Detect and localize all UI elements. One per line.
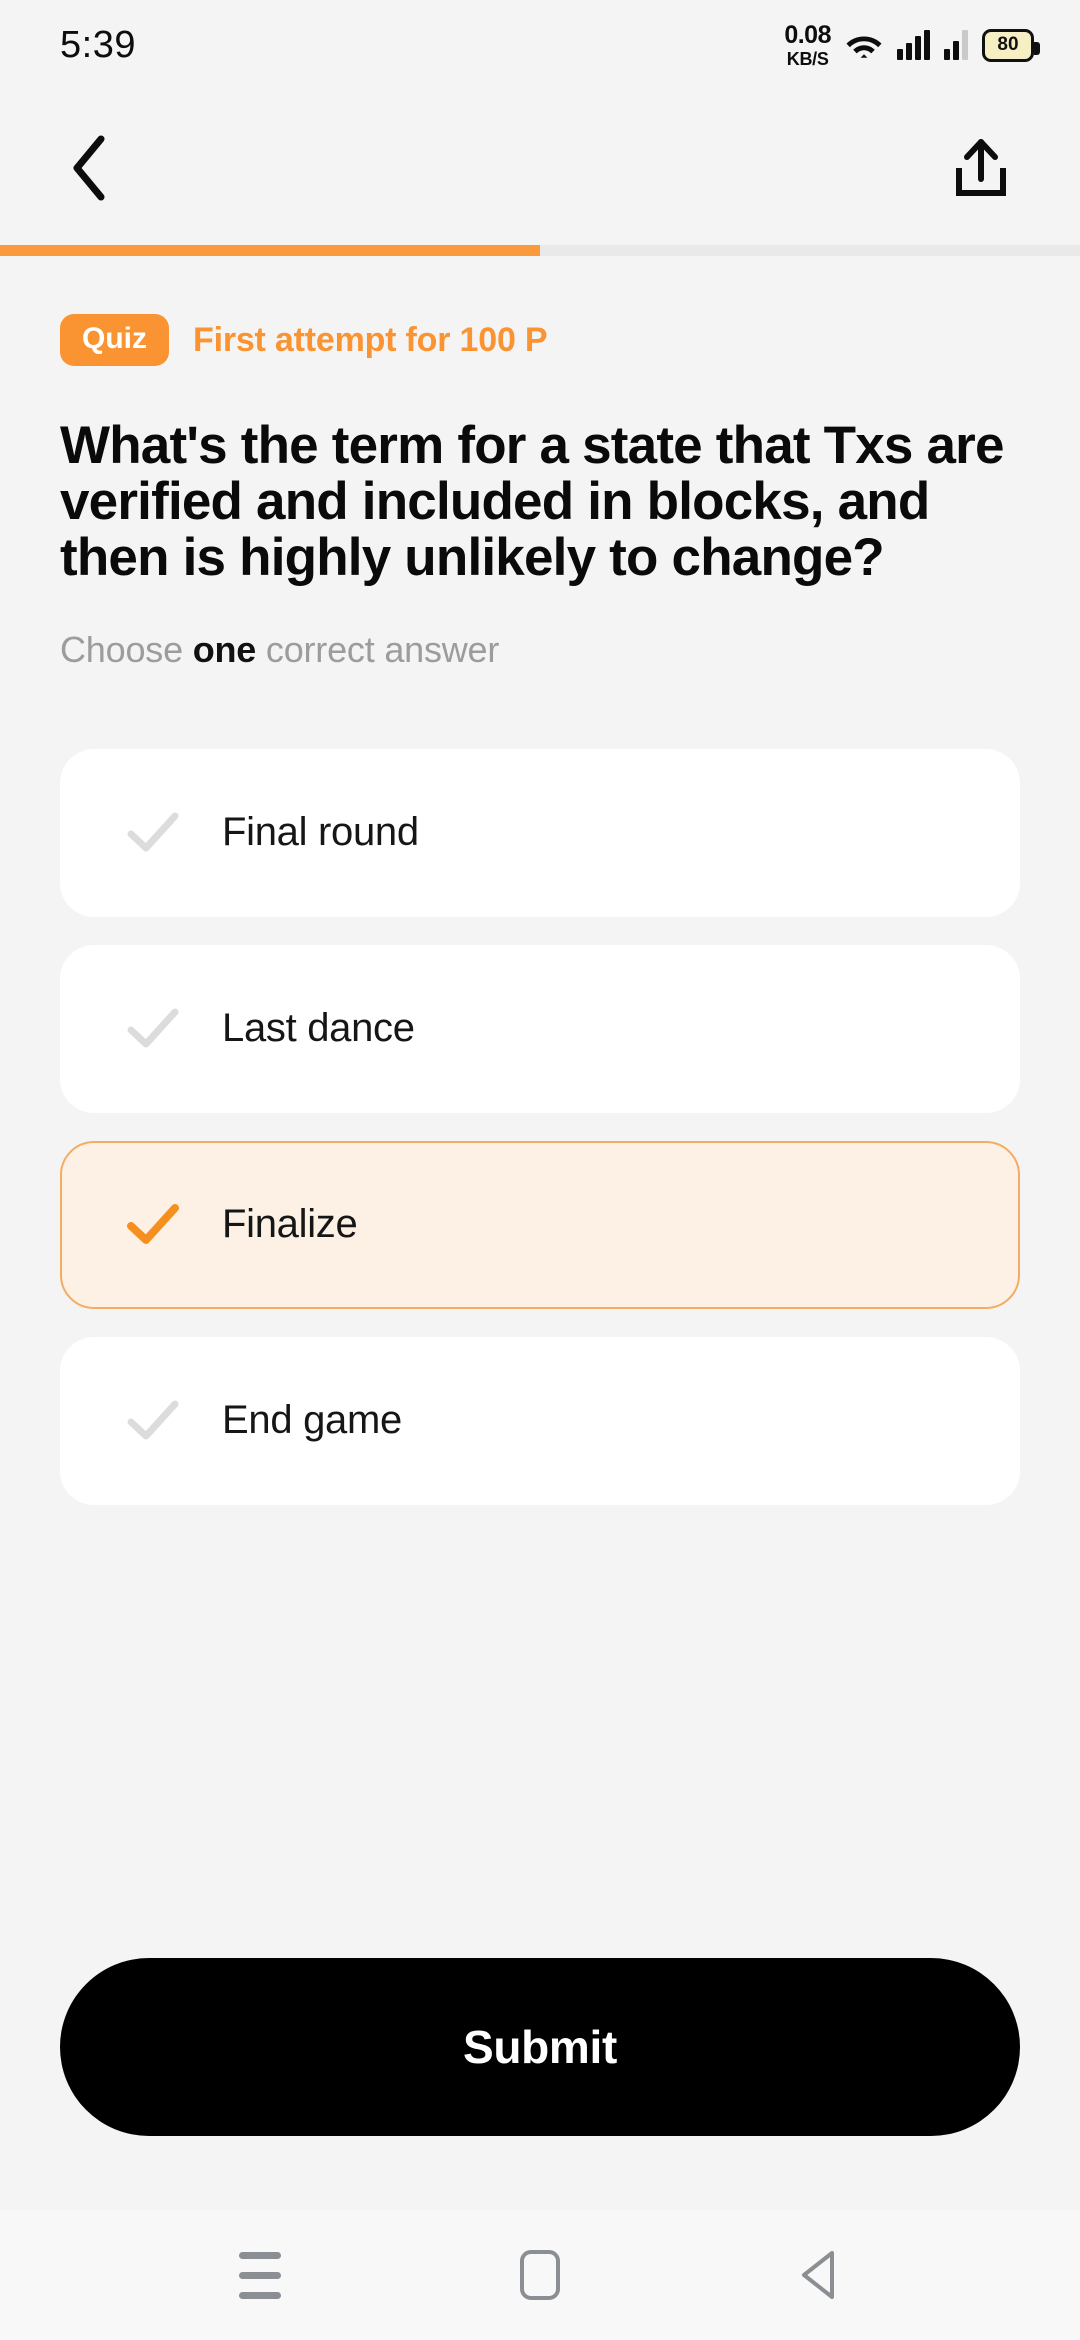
network-speed-indicator: 0.08 KB/S: [784, 20, 831, 69]
check-icon-selected: [127, 1203, 179, 1244]
status-bar: 5:39 0.08 KB/S 80: [0, 0, 1080, 90]
quiz-progress-fill: [0, 245, 540, 256]
check-icon: [127, 1008, 179, 1048]
answer-options-list: Final round Last dance Finalize End game: [60, 748, 1020, 1505]
answer-instruction: Choose one correct answer: [60, 629, 1020, 671]
network-speed-value: 0.08: [784, 20, 831, 49]
chevron-left-icon: [73, 135, 105, 200]
back-button[interactable]: [48, 125, 134, 211]
submit-button[interactable]: Submit: [60, 1958, 1020, 2136]
back-triangle-icon: [802, 2251, 834, 2299]
instruction-prefix: Choose: [60, 628, 193, 670]
check-icon: [122, 811, 184, 855]
quiz-meta-row: Quiz First attempt for 100 P: [60, 314, 1020, 366]
answer-option-3[interactable]: End game: [60, 1336, 1020, 1505]
battery-icon: 80: [982, 28, 1040, 62]
signal-bars-secondary-icon: [944, 30, 968, 60]
share-button[interactable]: [938, 125, 1024, 211]
answer-option-2[interactable]: Finalize: [60, 1140, 1020, 1309]
phone-screen: 5:39 0.08 KB/S 80 Quiz First attempt for…: [0, 0, 1080, 2340]
nav-home-button[interactable]: [485, 2220, 595, 2330]
status-bar-time: 5:39: [60, 23, 136, 66]
quiz-content: Quiz First attempt for 100 P What's the …: [0, 256, 1080, 2210]
answer-option-label: Last dance: [222, 1006, 415, 1051]
signal-bars-icon: [897, 30, 930, 60]
question-text: What's the term for a state that Txs are…: [60, 416, 1004, 588]
share-upload-icon: [956, 138, 1006, 196]
battery-level: 80: [997, 34, 1019, 55]
status-bar-indicators: 0.08 KB/S 80: [784, 20, 1040, 69]
check-icon: [122, 1007, 184, 1051]
attempt-reward-text: First attempt for 100 P: [193, 320, 548, 359]
answer-option-label: End game: [222, 1398, 402, 1443]
check-icon: [127, 812, 179, 852]
android-nav-bar: [0, 2210, 1080, 2340]
wifi-icon: [845, 29, 883, 61]
check-icon: [127, 1400, 179, 1440]
quiz-progress-bar: [0, 245, 1080, 256]
network-speed-unit: KB/S: [786, 48, 829, 69]
answer-option-1[interactable]: Last dance: [60, 944, 1020, 1113]
check-icon: [122, 1399, 184, 1443]
answer-option-label: Finalize: [222, 1202, 358, 1247]
nav-recents-button[interactable]: [205, 2220, 315, 2330]
instruction-emphasis: one: [192, 628, 257, 670]
status-badge: Quiz: [60, 314, 169, 366]
nav-back-button[interactable]: [765, 2220, 875, 2330]
app-bar: [0, 90, 1080, 245]
answer-option-label: Final round: [222, 810, 419, 855]
recents-menu-icon: [239, 2251, 281, 2299]
instruction-suffix: correct answer: [256, 628, 500, 670]
home-square-icon: [520, 2250, 560, 2300]
check-icon-selected: [122, 1203, 184, 1247]
answer-option-0[interactable]: Final round: [60, 748, 1020, 917]
